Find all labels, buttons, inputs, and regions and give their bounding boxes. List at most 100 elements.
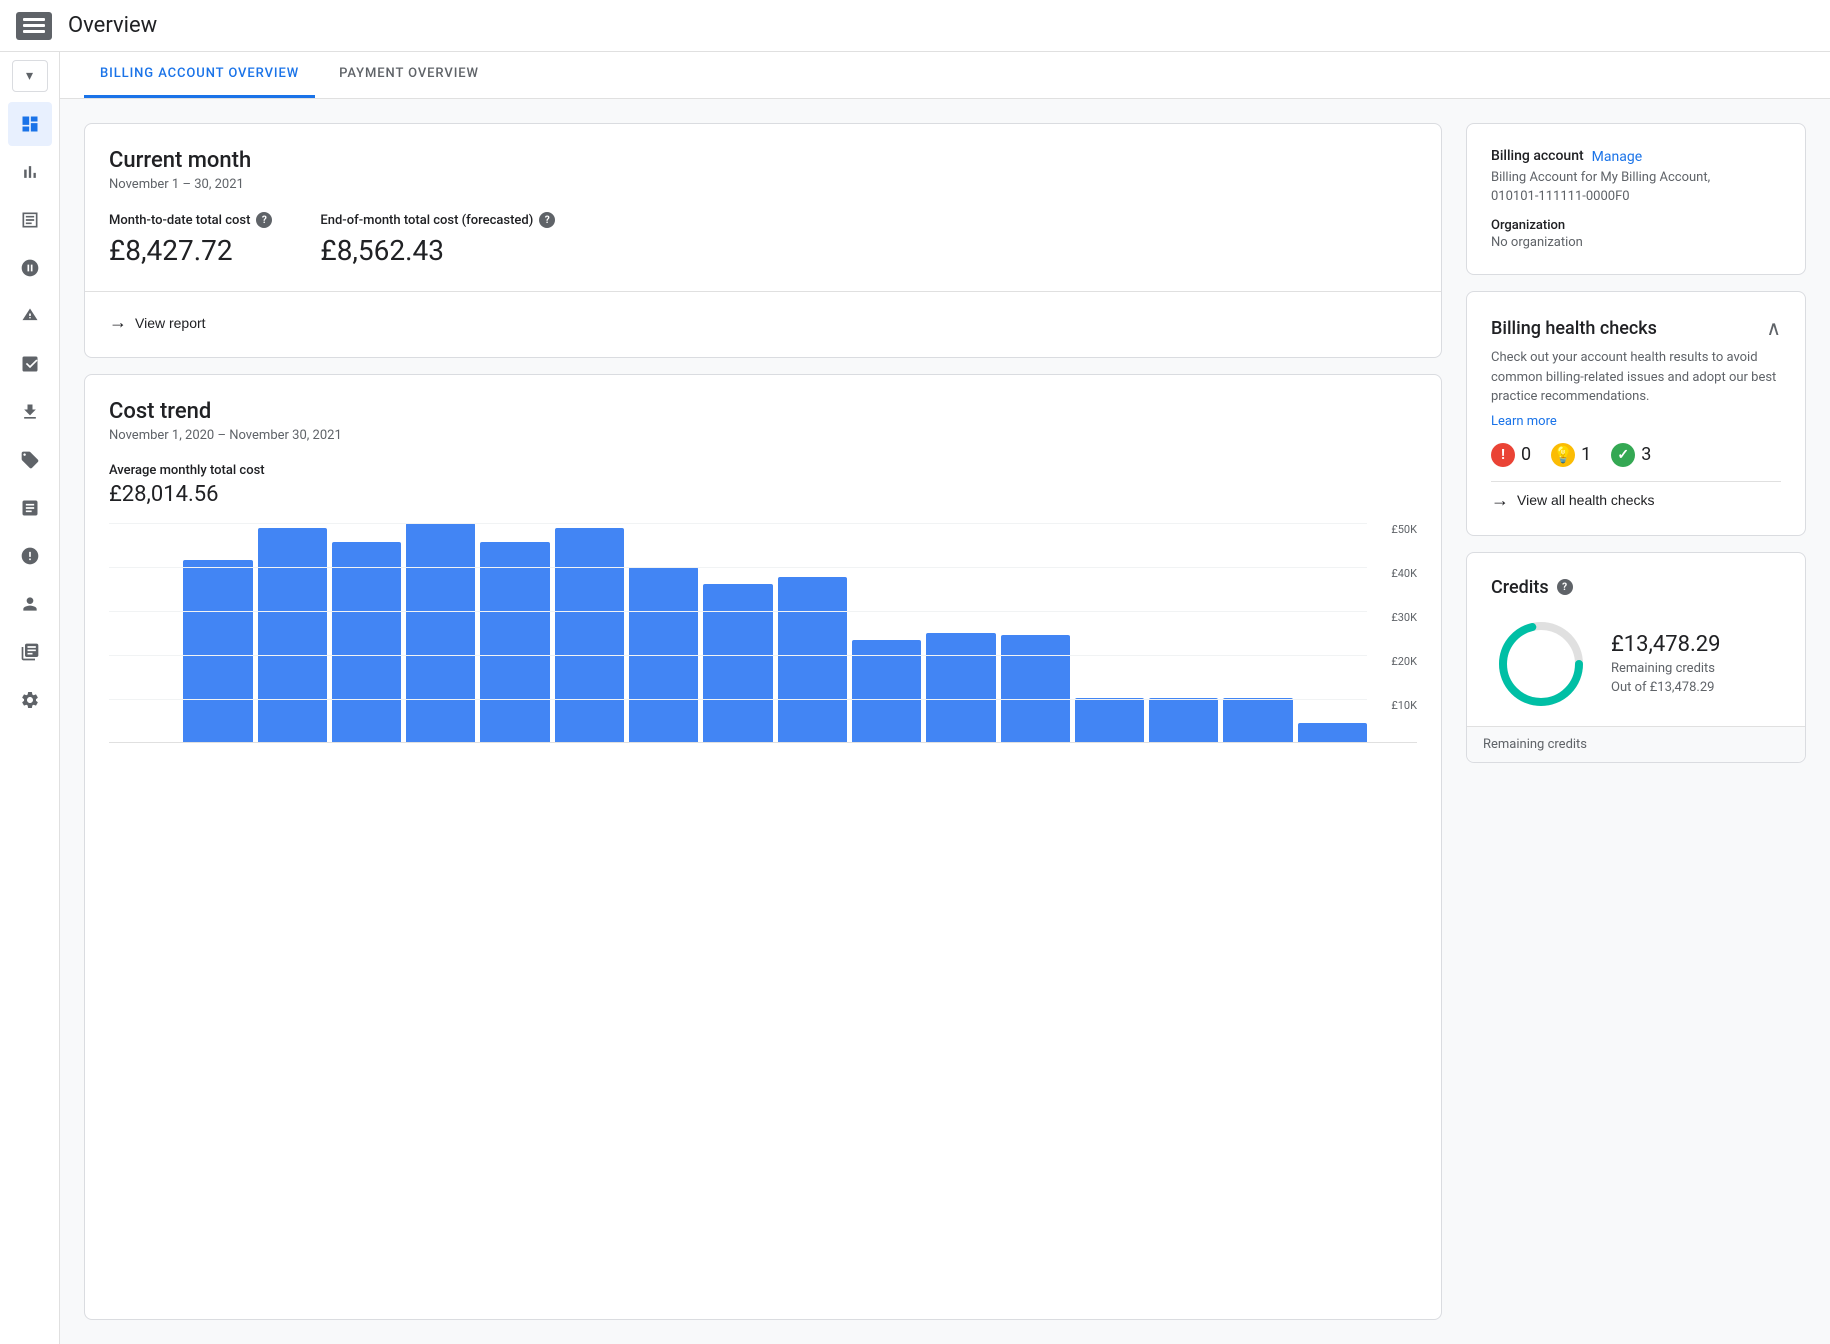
credits-info: £13,478.29 Remaining credits Out of £13,… bbox=[1611, 632, 1781, 695]
credits-help-icon[interactable]: ? bbox=[1557, 579, 1573, 595]
content-area: BILLING ACCOUNT OVERVIEW PAYMENT OVERVIE… bbox=[60, 52, 1830, 1344]
view-report-label: View report bbox=[135, 315, 206, 331]
bar-11 bbox=[926, 633, 995, 743]
left-column: Current month November 1 – 30, 2021 Mont… bbox=[84, 123, 1442, 1320]
cost-trend-date-range: November 1, 2020 – November 30, 2021 bbox=[109, 428, 1417, 443]
bar-3 bbox=[332, 542, 401, 742]
cost-grid: Month-to-date total cost ? £8,427.72 End… bbox=[109, 212, 1417, 267]
bar-12 bbox=[1001, 635, 1070, 742]
sidebar-dropdown[interactable]: ▾ bbox=[12, 60, 48, 92]
sidebar-item-cost-anomaly[interactable] bbox=[8, 534, 52, 578]
billing-account-id: 010101-111111-0000F0 bbox=[1491, 189, 1781, 204]
error-count: 0 bbox=[1521, 444, 1531, 465]
right-column: Billing account Manage Billing Account f… bbox=[1466, 123, 1806, 1320]
billing-health-checks-card: Billing health checks ∧ Check out your a… bbox=[1466, 291, 1806, 536]
credits-out-of: Out of £13,478.29 bbox=[1611, 680, 1781, 695]
sidebar-item-catalog[interactable] bbox=[8, 486, 52, 530]
tab-payment-overview[interactable]: PAYMENT OVERVIEW bbox=[323, 52, 495, 98]
billing-account-name: Billing Account for My Billing Account, bbox=[1491, 170, 1781, 185]
credits-header: Credits ? bbox=[1491, 577, 1781, 598]
bar-9 bbox=[778, 577, 847, 742]
app-icon bbox=[16, 12, 52, 40]
bar-chart bbox=[109, 523, 1417, 743]
sidebar-item-dashboard[interactable] bbox=[8, 102, 52, 146]
sidebar: ▾ bbox=[0, 52, 60, 1344]
arrow-icon: → bbox=[109, 312, 127, 333]
credits-donut-chart bbox=[1491, 614, 1591, 714]
credits-body: £13,478.29 Remaining credits Out of £13,… bbox=[1491, 614, 1781, 714]
y-axis-labels: £50K £40K £30K £20K £10K bbox=[1369, 523, 1417, 743]
bar-16 bbox=[1298, 723, 1367, 742]
end-of-month-value: £8,562.43 bbox=[320, 234, 555, 267]
month-to-date-value: £8,427.72 bbox=[109, 234, 272, 267]
sidebar-item-export[interactable] bbox=[8, 390, 52, 434]
cost-trend-title: Cost trend bbox=[109, 399, 1417, 424]
end-of-month-help-icon[interactable]: ? bbox=[539, 212, 555, 228]
avg-monthly-label: Average monthly total cost bbox=[109, 463, 1417, 478]
month-to-date-cost: Month-to-date total cost ? £8,427.72 bbox=[109, 212, 272, 267]
current-month-title: Current month bbox=[109, 148, 1417, 173]
credits-remaining-label: Remaining credits bbox=[1611, 661, 1781, 676]
org-value: No organization bbox=[1491, 235, 1781, 250]
credits-title: Credits bbox=[1491, 577, 1549, 598]
credits-card: Credits ? £13,4 bbox=[1466, 552, 1806, 763]
health-checks-header: Billing health checks ∧ bbox=[1491, 316, 1781, 340]
tabs-bar: BILLING ACCOUNT OVERVIEW PAYMENT OVERVIE… bbox=[60, 52, 1830, 99]
sidebar-item-committed-use[interactable] bbox=[8, 342, 52, 386]
health-stat-ok: ✓ 3 bbox=[1611, 443, 1651, 467]
y-label-30k: £30K bbox=[1369, 611, 1417, 624]
bar-2 bbox=[258, 528, 327, 742]
chart-wrapper: £50K £40K £30K £20K £10K bbox=[109, 523, 1417, 743]
card-divider bbox=[85, 291, 1441, 292]
main-layout: ▾ bbox=[0, 52, 1830, 1344]
month-to-date-help-icon[interactable]: ? bbox=[256, 212, 272, 228]
sidebar-item-cost-breakdown[interactable] bbox=[8, 246, 52, 290]
chevron-down-icon: ▾ bbox=[26, 68, 33, 84]
avg-monthly-value: £28,014.56 bbox=[109, 482, 1417, 507]
tab-billing-account-overview[interactable]: BILLING ACCOUNT OVERVIEW bbox=[84, 52, 315, 98]
health-checks-description: Check out your account health results to… bbox=[1491, 348, 1781, 407]
sidebar-item-reports[interactable] bbox=[8, 150, 52, 194]
y-label-20k: £20K bbox=[1369, 655, 1417, 668]
health-stat-error: ! 0 bbox=[1491, 443, 1531, 467]
cost-trend-chart: £50K £40K £30K £20K £10K bbox=[109, 523, 1417, 783]
ok-count: 3 bbox=[1641, 444, 1651, 465]
collapse-button[interactable]: ∧ bbox=[1766, 316, 1781, 340]
bar-5 bbox=[480, 542, 549, 742]
bar-4 bbox=[406, 523, 475, 742]
sidebar-item-sub-accounts[interactable] bbox=[8, 630, 52, 674]
top-bar: Overview bbox=[0, 0, 1830, 52]
sidebar-item-accounts[interactable] bbox=[8, 582, 52, 626]
error-icon: ! bbox=[1491, 443, 1515, 467]
sidebar-item-cost-table[interactable] bbox=[8, 198, 52, 242]
view-report-button[interactable]: → View report bbox=[109, 292, 206, 333]
y-label-40k: £40K bbox=[1369, 567, 1417, 580]
sidebar-item-budgets-alerts[interactable] bbox=[8, 294, 52, 338]
bar-6 bbox=[555, 528, 624, 742]
org-label: Organization bbox=[1491, 218, 1781, 233]
bar-10 bbox=[852, 640, 921, 742]
cost-trend-card: Cost trend November 1, 2020 – November 3… bbox=[84, 374, 1442, 1320]
end-of-month-cost: End-of-month total cost (forecasted) ? £… bbox=[320, 212, 555, 267]
bar-13 bbox=[1075, 698, 1144, 742]
health-stats: ! 0 💡 1 ✓ 3 bbox=[1491, 443, 1781, 467]
ok-icon: ✓ bbox=[1611, 443, 1635, 467]
bar-1 bbox=[183, 560, 252, 743]
month-to-date-label: Month-to-date total cost bbox=[109, 213, 250, 228]
billing-account-header: Billing account Manage bbox=[1491, 148, 1781, 166]
page-title: Overview bbox=[68, 13, 157, 38]
sidebar-item-settings[interactable] bbox=[8, 678, 52, 722]
y-label-50k: £50K bbox=[1369, 523, 1417, 536]
health-checks-title: Billing health checks bbox=[1491, 318, 1657, 339]
health-arrow-icon: → bbox=[1491, 490, 1509, 511]
manage-link[interactable]: Manage bbox=[1592, 149, 1642, 165]
current-month-card: Current month November 1 – 30, 2021 Mont… bbox=[84, 123, 1442, 358]
credits-amount: £13,478.29 bbox=[1611, 632, 1781, 657]
current-month-date-range: November 1 – 30, 2021 bbox=[109, 177, 1417, 192]
learn-more-link[interactable]: Learn more bbox=[1491, 414, 1557, 429]
view-all-health-checks-button[interactable]: → View all health checks bbox=[1491, 481, 1781, 511]
sidebar-item-tags[interactable] bbox=[8, 438, 52, 482]
bar-8 bbox=[703, 584, 772, 742]
billing-account-label: Billing account bbox=[1491, 148, 1584, 164]
billing-account-card: Billing account Manage Billing Account f… bbox=[1466, 123, 1806, 275]
